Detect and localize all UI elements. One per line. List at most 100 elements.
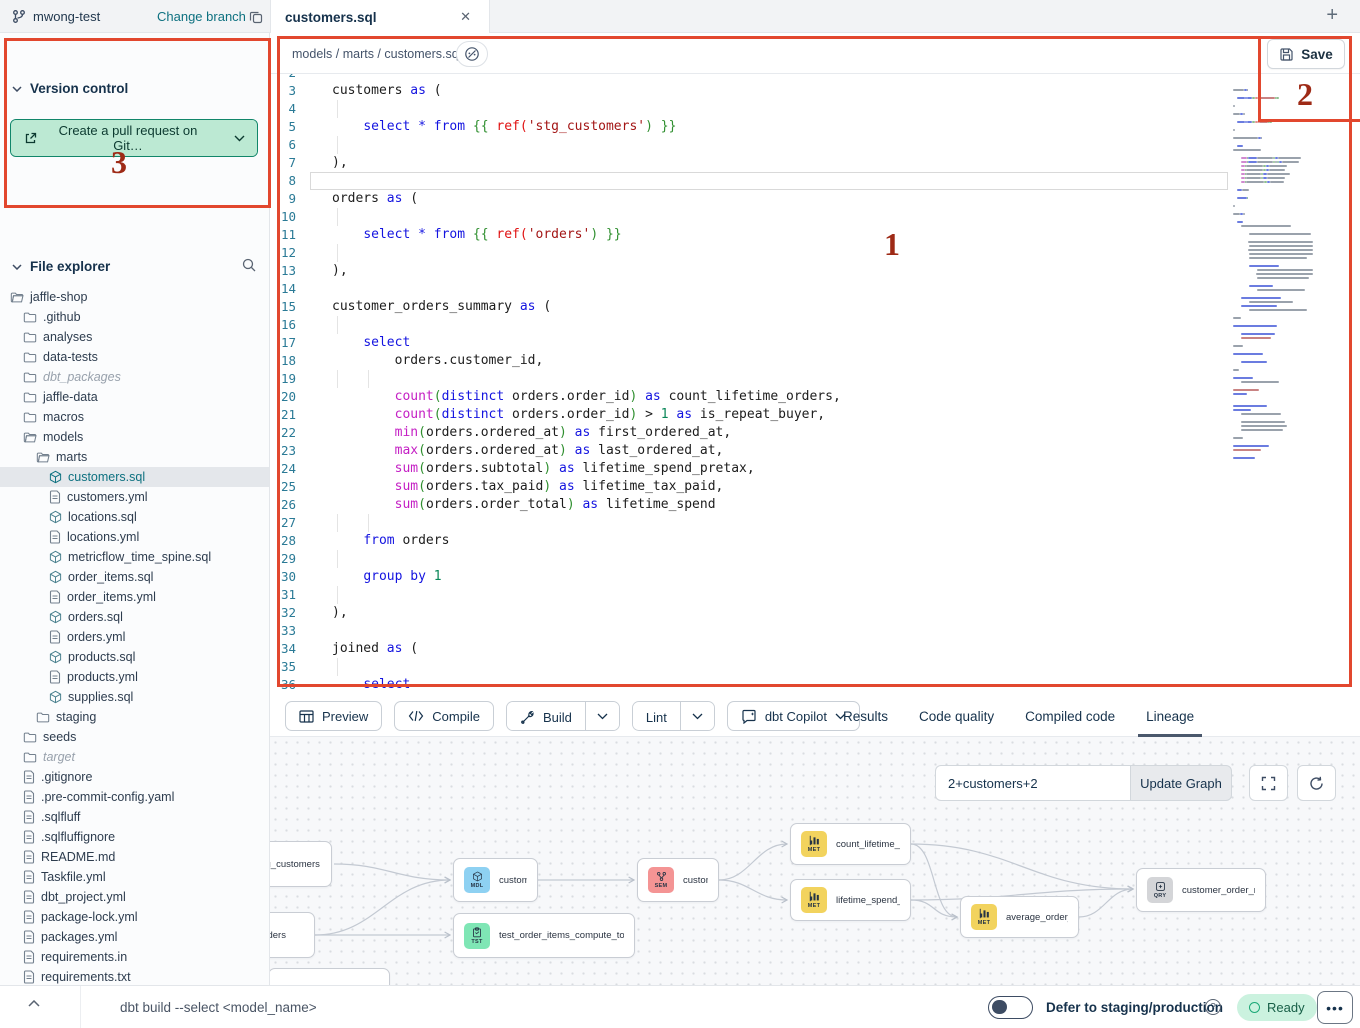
tree-item--gitignore[interactable]: .gitignore: [0, 767, 269, 787]
code-editor[interactable]: 23customers as (45 select * from {{ ref(…: [270, 74, 1360, 695]
tree-item-readme-md[interactable]: README.md: [0, 847, 269, 867]
command-input[interactable]: [120, 986, 720, 1028]
code-line-6[interactable]: 6: [270, 136, 1360, 154]
tree-item-data-tests[interactable]: data-tests: [0, 347, 269, 367]
fullscreen-button[interactable]: [1249, 765, 1288, 801]
lineage-node-stg-customers[interactable]: stg_customers: [270, 841, 332, 887]
tree-item-order-items-yml[interactable]: order_items.yml: [0, 587, 269, 607]
lineage-node-partial[interactable]: [270, 968, 390, 985]
code-line-11[interactable]: 11 select * from {{ ref('orders') }}: [270, 226, 1360, 244]
tree-item--sqlfluffignore[interactable]: .sqlfluffignore: [0, 827, 269, 847]
tree-item-customers-yml[interactable]: customers.yml: [0, 487, 269, 507]
lint-button[interactable]: Lint: [633, 702, 680, 731]
code-line-14[interactable]: 14: [270, 280, 1360, 298]
code-line-4[interactable]: 4: [270, 100, 1360, 118]
file-explorer-header[interactable]: File explorer: [12, 259, 110, 274]
tree-item-products-sql[interactable]: products.sql: [0, 647, 269, 667]
code-line-16[interactable]: 16: [270, 316, 1360, 334]
tree-item--pre-commit-config-yaml[interactable]: .pre-commit-config.yaml: [0, 787, 269, 807]
branch-selector[interactable]: mwong-test: [12, 0, 100, 33]
tree-item-taskfile-yml[interactable]: Taskfile.yml: [0, 867, 269, 887]
code-line-15[interactable]: 15customer_orders_summary as (: [270, 298, 1360, 316]
code-line-32[interactable]: 32),: [270, 604, 1360, 622]
copilot-circle-button[interactable]: [456, 41, 488, 67]
tree-item-macros[interactable]: macros: [0, 407, 269, 427]
tree-item-packages-yml[interactable]: packages.yml: [0, 927, 269, 947]
tree-item-requirements-txt[interactable]: requirements.txt: [0, 967, 269, 985]
code-line-9[interactable]: 9orders as (: [270, 190, 1360, 208]
code-line-12[interactable]: 12: [270, 244, 1360, 262]
lineage-node-average-order-value[interactable]: METaverage_order_value: [960, 896, 1079, 938]
tab-customers-sql[interactable]: customers.sql ✕: [270, 0, 490, 34]
create-pr-dropdown[interactable]: [221, 120, 257, 156]
copy-icon[interactable]: [246, 7, 266, 27]
tree-item-metricflow-time-spine-sql[interactable]: metricflow_time_spine.sql: [0, 547, 269, 567]
tree-item-jaffle-data[interactable]: jaffle-data: [0, 387, 269, 407]
lint-dropdown[interactable]: [680, 702, 714, 730]
tree-item-seeds[interactable]: seeds: [0, 727, 269, 747]
tree-item-supplies-sql[interactable]: supplies.sql: [0, 687, 269, 707]
tree-item-models[interactable]: models: [0, 427, 269, 447]
code-line-8[interactable]: 8: [270, 172, 1360, 190]
preview-button[interactable]: Preview: [285, 701, 382, 731]
help-icon[interactable]: ?: [1205, 999, 1221, 1015]
version-control-header[interactable]: Version control: [12, 81, 128, 96]
code-line-3[interactable]: 3customers as (: [270, 82, 1360, 100]
lineage-node-lifetime-spend-pretax[interactable]: METlifetime_spend_pretax: [790, 879, 911, 921]
refresh-button[interactable]: [1297, 765, 1336, 801]
tab-lineage[interactable]: Lineage: [1146, 695, 1194, 737]
code-line-33[interactable]: 33: [270, 622, 1360, 640]
tree-item-order-items-sql[interactable]: order_items.sql: [0, 567, 269, 587]
code-line-36[interactable]: 36 select: [270, 676, 1360, 694]
code-line-19[interactable]: 19: [270, 370, 1360, 388]
compile-button[interactable]: Compile: [394, 701, 494, 731]
tree-item-orders-sql[interactable]: orders.sql: [0, 607, 269, 627]
code-line-27[interactable]: 27: [270, 514, 1360, 532]
new-tab-button[interactable]: +: [1320, 2, 1344, 29]
code-line-18[interactable]: 18 orders.customer_id,: [270, 352, 1360, 370]
tree-item-locations-sql[interactable]: locations.sql: [0, 507, 269, 527]
lineage-node-test-order-items[interactable]: TSTtest_order_items_compute_to_bools...: [453, 913, 635, 958]
defer-toggle[interactable]: [988, 996, 1033, 1019]
chevron-up-icon[interactable]: [28, 1000, 40, 1007]
code-line-26[interactable]: 26 sum(orders.order_total) as lifetime_s…: [270, 496, 1360, 514]
minimap[interactable]: [1233, 85, 1313, 505]
update-graph-button[interactable]: Update Graph: [1130, 765, 1232, 801]
tree-item-target[interactable]: target: [0, 747, 269, 767]
build-button[interactable]: Build: [507, 702, 585, 731]
tree-item--sqlfluff[interactable]: .sqlfluff: [0, 807, 269, 827]
tree-item-marts[interactable]: marts: [0, 447, 269, 467]
tree-item-locations-yml[interactable]: locations.yml: [0, 527, 269, 547]
code-line-22[interactable]: 22 min(orders.ordered_at) as first_order…: [270, 424, 1360, 442]
search-icon[interactable]: [241, 257, 257, 273]
lineage-node-customers-semantic[interactable]: SEMcustomers: [637, 858, 719, 902]
lineage-canvas[interactable]: stg_customersordersMDLcustomersTSTtest_o…: [270, 737, 1360, 985]
tab-code-quality[interactable]: Code quality: [919, 695, 994, 737]
tree-item-analyses[interactable]: analyses: [0, 327, 269, 347]
lineage-selector-input[interactable]: [935, 765, 1130, 801]
code-line-24[interactable]: 24 sum(orders.subtotal) as lifetime_spen…: [270, 460, 1360, 478]
dbt-copilot-button[interactable]: dbt Copilot: [727, 701, 860, 731]
code-line-23[interactable]: 23 max(orders.ordered_at) as last_ordere…: [270, 442, 1360, 460]
tree-item--github[interactable]: .github: [0, 307, 269, 327]
code-line-10[interactable]: 10: [270, 208, 1360, 226]
code-line-7[interactable]: 7),: [270, 154, 1360, 172]
change-branch-link[interactable]: Change branch: [157, 0, 246, 33]
build-dropdown[interactable]: [585, 702, 619, 730]
lineage-node-customer-order-metrics[interactable]: QRYcustomer_order_metrics: [1136, 868, 1266, 912]
more-options-button[interactable]: •••: [1317, 991, 1353, 1024]
close-tab-icon[interactable]: ✕: [456, 7, 475, 27]
code-line-34[interactable]: 34joined as (: [270, 640, 1360, 658]
code-line-28[interactable]: 28 from orders: [270, 532, 1360, 550]
tree-item-jaffle-shop[interactable]: jaffle-shop: [0, 287, 269, 307]
tree-item-dbt-project-yml[interactable]: dbt_project.yml: [0, 887, 269, 907]
tab-compiled-code[interactable]: Compiled code: [1025, 695, 1115, 737]
code-line-30[interactable]: 30 group by 1: [270, 568, 1360, 586]
code-line-17[interactable]: 17 select: [270, 334, 1360, 352]
save-button[interactable]: Save: [1267, 39, 1345, 69]
code-line-21[interactable]: 21 count(distinct orders.order_id) > 1 a…: [270, 406, 1360, 424]
code-line-5[interactable]: 5 select * from {{ ref('stg_customers') …: [270, 118, 1360, 136]
tree-item-dbt-packages[interactable]: dbt_packages: [0, 367, 269, 387]
code-line-25[interactable]: 25 sum(orders.tax_paid) as lifetime_tax_…: [270, 478, 1360, 496]
tree-item-customers-sql[interactable]: customers.sql: [0, 467, 269, 487]
